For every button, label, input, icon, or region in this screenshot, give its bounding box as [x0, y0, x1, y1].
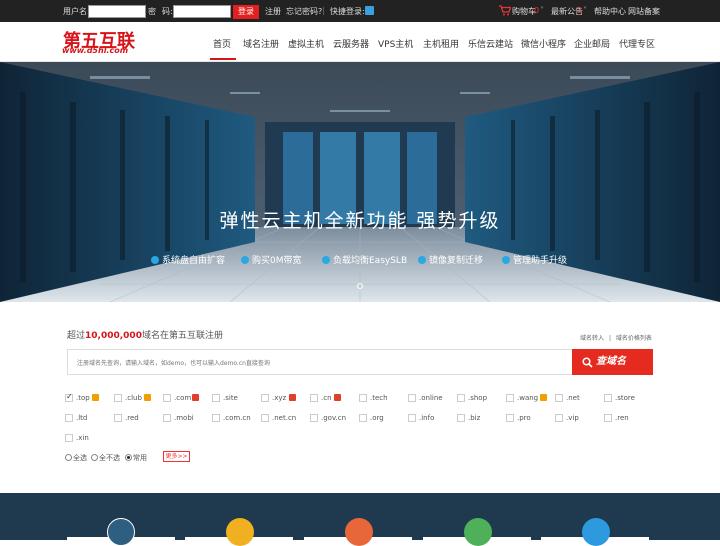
checkbox[interactable] [163, 394, 171, 402]
nav-rental[interactable]: 主机租用 [423, 37, 459, 50]
checkbox[interactable] [604, 394, 612, 402]
domain-links: 域名转入 | 域名价格列表 [580, 333, 652, 342]
hosting-service-icon[interactable] [226, 518, 254, 546]
nav-vps[interactable]: VPS主机 [378, 37, 413, 50]
hero-title: 弹性云主机全新功能 强势升级 [219, 210, 501, 232]
domain-search-title: 超过10,000,000域名在第五互联注册 [67, 331, 223, 341]
checkbox[interactable] [114, 414, 122, 422]
select-common-radio[interactable]: 常用 [125, 453, 147, 463]
select-none-radio[interactable]: 全不选 [91, 453, 120, 463]
checkbox[interactable] [310, 414, 318, 422]
cart-link[interactable]: 购物车 [512, 6, 536, 17]
hot-badge-icon [540, 394, 547, 401]
checkbox[interactable] [555, 414, 563, 422]
checkbox[interactable] [604, 414, 612, 422]
checkbox[interactable] [310, 394, 318, 402]
quick-login-icon[interactable] [365, 6, 374, 15]
checkbox[interactable] [65, 414, 73, 422]
checkbox[interactable] [212, 414, 220, 422]
hot-badge-icon [334, 394, 341, 401]
nav-domain[interactable]: 域名注册 [243, 37, 279, 50]
cloud-service-icon[interactable] [345, 518, 373, 546]
domain-service-icon[interactable] [107, 518, 135, 546]
help-link[interactable]: 帮助中心 [594, 6, 626, 17]
check-icon: ✓ [66, 392, 73, 401]
hero-feature: 系统盘自由扩容 [151, 253, 225, 266]
checkbox[interactable] [408, 414, 416, 422]
register-link[interactable]: 注册 [265, 6, 281, 17]
bullet-icon [151, 256, 159, 264]
more-tlds-button[interactable]: 更多>> [163, 451, 190, 462]
hot-badge-icon [144, 394, 151, 401]
login-button[interactable]: 登录 [233, 5, 259, 19]
hot-badge-icon [92, 394, 99, 401]
hero-feature: 负载均衡EasySLB [322, 253, 407, 266]
username-input[interactable] [88, 5, 146, 18]
cart-chevron-icon: ˅ [540, 6, 544, 15]
search-icon [582, 357, 593, 368]
nav-vhost[interactable]: 虚拟主机 [288, 37, 324, 50]
checkbox[interactable] [506, 394, 514, 402]
hero-feature: 镜像复制迁移 [418, 253, 483, 266]
bullet-icon [502, 256, 510, 264]
password-label-a: 密 [148, 7, 156, 16]
bullet-icon [322, 256, 330, 264]
hero-feature: 管理助手升级 [502, 253, 567, 266]
hero-feature: 购买0M带宽 [241, 253, 302, 266]
server-service-icon[interactable] [464, 518, 492, 546]
checkbox[interactable] [359, 394, 367, 402]
password-label-b: 码: [162, 7, 173, 16]
cart-count: 0 [534, 6, 540, 15]
quick-login-label: 快捷登录: [330, 7, 365, 16]
checkbox[interactable] [555, 394, 563, 402]
radio-icon [91, 454, 98, 461]
domain-transfer-link[interactable]: 域名转入 [580, 335, 604, 342]
nav-active-indicator [210, 58, 236, 60]
hero-banner[interactable]: 弹性云主机全新功能 强势升级 系统盘自由扩容 购买0M带宽 负载均衡EasySL… [0, 62, 720, 302]
checkbox[interactable] [261, 394, 269, 402]
nav-agent[interactable]: 代理专区 [619, 37, 655, 50]
nav-cloud[interactable]: 云服务器 [333, 37, 369, 50]
checkbox[interactable] [261, 414, 269, 422]
password-input[interactable] [173, 5, 231, 18]
domain-search-box [67, 349, 573, 376]
record-link[interactable]: 网站备案 [628, 6, 660, 17]
cart-icon[interactable] [499, 5, 511, 16]
radio-icon [125, 454, 132, 461]
website-service-icon[interactable] [582, 518, 610, 546]
datacenter-image [0, 62, 720, 302]
checkbox[interactable] [65, 434, 73, 442]
bullet-icon [241, 256, 249, 264]
carousel-dot[interactable] [357, 283, 363, 289]
radio-icon [65, 454, 72, 461]
domain-search-input[interactable] [68, 351, 572, 376]
checkbox[interactable] [359, 414, 367, 422]
checkbox[interactable] [506, 414, 514, 422]
checkbox[interactable] [114, 394, 122, 402]
bullet-icon [418, 256, 426, 264]
hot-badge-icon [192, 394, 199, 401]
notice-count: 2 [577, 6, 583, 15]
checkbox[interactable] [457, 414, 465, 422]
top-bar: 用户名: 密 码: 登录 注册 忘记密码? | 快捷登录: 购物车 0 ˅ 最新… [0, 0, 720, 22]
checkbox[interactable] [212, 394, 220, 402]
checkbox[interactable] [408, 394, 416, 402]
notice-chevron-icon: ˅ [583, 6, 587, 15]
nav-miniapp[interactable]: 微信小程序 [521, 37, 566, 50]
logo-url: www.d5hl.com [62, 46, 129, 55]
forgot-password-link[interactable]: 忘记密码? [286, 6, 322, 17]
search-domain-button[interactable]: 查域名 [572, 349, 653, 375]
link-separator: | [608, 335, 611, 342]
domain-prices-link[interactable]: 域名价格列表 [616, 335, 652, 342]
select-all-radio[interactable]: 全选 [65, 453, 87, 463]
separator: | [322, 6, 325, 15]
hot-badge-icon [289, 394, 296, 401]
nav-mail[interactable]: 企业邮局 [574, 37, 610, 50]
checkbox[interactable] [457, 394, 465, 402]
username-label: 用户名: [63, 7, 90, 16]
nav-home[interactable]: 首页 [213, 37, 231, 50]
nav-site-builder[interactable]: 乐信云建站 [468, 37, 513, 50]
checkbox[interactable] [163, 414, 171, 422]
